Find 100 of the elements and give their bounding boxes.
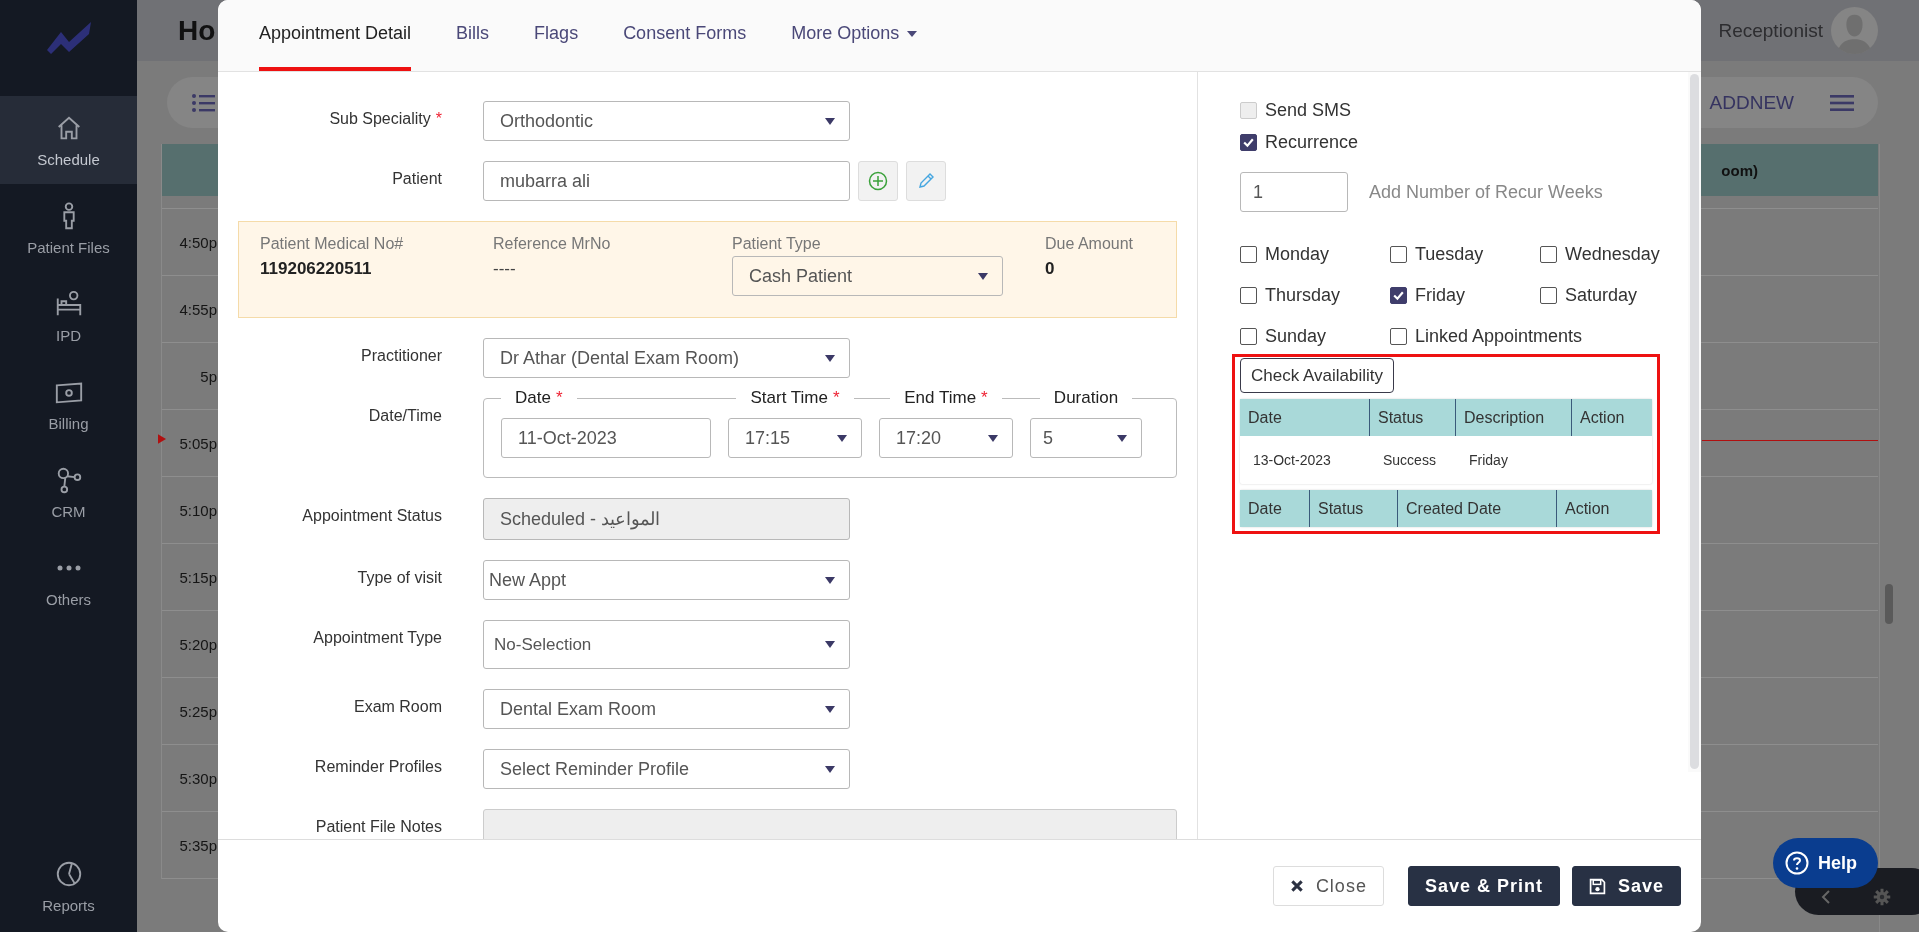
save-button[interactable]: Save — [1571, 866, 1681, 906]
sidebar-item[interactable]: Patient Files — [0, 184, 137, 272]
checkbox-option[interactable]: Recurrence — [1240, 126, 1359, 158]
caret-icon — [825, 117, 835, 125]
pencil-icon — [916, 171, 936, 191]
sidebar-item[interactable]: Reports — [0, 846, 137, 926]
caret-icon — [825, 354, 835, 362]
table-cell-text: Friday — [1468, 451, 1509, 470]
field-value: 119206220511 — [260, 259, 373, 279]
status-field: Scheduled - المواعيد — [483, 498, 850, 540]
select-field[interactable]: New Appt — [483, 560, 850, 600]
select-field[interactable]: No-Selection — [483, 620, 850, 669]
question-icon — [1785, 851, 1809, 875]
caret-icon — [825, 576, 835, 584]
checkbox[interactable] — [1240, 286, 1257, 304]
column-header: Date — [1240, 399, 1370, 436]
scrollbar-thumb[interactable] — [1690, 74, 1699, 769]
caret-icon — [907, 30, 918, 37]
day-checkbox[interactable]: Saturday — [1540, 279, 1638, 311]
time-label: 5:15p — [178, 568, 217, 586]
time-label: 5:20p — [178, 635, 217, 653]
menu-icon[interactable] — [1830, 94, 1854, 111]
tab[interactable]: Consent Forms — [623, 0, 747, 71]
tab[interactable]: More Options — [791, 0, 918, 71]
close-button[interactable]: Close — [1272, 866, 1384, 906]
column-header: Created Date — [1398, 490, 1557, 527]
caret-icon — [837, 434, 847, 442]
field-label: Due Amount — [1045, 235, 1134, 253]
select-field[interactable]: Orthodontic — [483, 101, 850, 141]
checkbox[interactable] — [1390, 245, 1407, 263]
day-checkbox[interactable]: Monday — [1240, 238, 1330, 270]
tab[interactable]: Flags — [534, 0, 579, 71]
field-label: Reference MrNo — [493, 235, 612, 253]
checkbox[interactable] — [1390, 327, 1407, 345]
column-header: Status — [1370, 399, 1456, 436]
check-availability-button[interactable]: Check Availability — [1240, 358, 1394, 393]
caret-icon — [825, 641, 835, 648]
caret-icon — [988, 434, 998, 442]
select-field[interactable]: Dr Athar (Dental Exam Room) — [483, 338, 850, 378]
help-button[interactable]: Help — [1773, 838, 1878, 888]
user-role: Receptionist — [1718, 19, 1823, 42]
select-field[interactable]: Dental Exam Room — [483, 689, 850, 729]
time-label: 5:30p — [178, 769, 217, 787]
checkbox[interactable] — [1540, 286, 1557, 304]
select-field[interactable]: 5 — [1030, 418, 1142, 458]
field-label: Patient File Notes — [314, 817, 442, 836]
day-checkbox[interactable]: Linked Appointments — [1390, 320, 1583, 352]
list-icon[interactable] — [191, 92, 215, 113]
patient-field[interactable]: mubarra ali — [483, 161, 850, 201]
select-field[interactable]: 17:20 — [879, 418, 1013, 458]
time-label: 5p — [199, 367, 217, 385]
settings-icon[interactable] — [1873, 887, 1891, 906]
field-label: Patient — [391, 169, 442, 188]
sidebar-item[interactable]: Schedule — [0, 96, 137, 184]
logo-icon — [44, 20, 93, 54]
current-time-marker — [158, 434, 166, 444]
day-checkbox[interactable]: Wednesday — [1540, 238, 1660, 270]
column-header: Status — [1310, 490, 1398, 527]
chevron-left-icon[interactable] — [1821, 888, 1831, 905]
more-icon — [56, 564, 81, 571]
sidebar-item[interactable]: Others — [0, 536, 137, 624]
field-label: Patient Medical No# — [260, 235, 405, 253]
field-label: Appointment Type — [312, 628, 442, 647]
time-label: 4:50p — [178, 233, 217, 251]
column-header: oom) — [1721, 161, 1758, 179]
checkbox[interactable] — [1240, 245, 1257, 263]
sidebar-item[interactable]: CRM — [0, 448, 137, 536]
day-checkbox[interactable]: Sunday — [1240, 320, 1327, 352]
select-field[interactable]: Select Reminder Profile — [483, 749, 850, 789]
scrollbar-thumb[interactable] — [1885, 584, 1893, 624]
table-cell-text: 13-Oct-2023 — [1252, 451, 1332, 470]
time-label: 5:35p — [178, 836, 217, 854]
caret-icon — [978, 272, 988, 280]
plus-circle-icon — [868, 171, 888, 191]
sidebar-item[interactable]: Billing — [0, 360, 137, 448]
patient-type-select[interactable]: Cash Patient — [732, 256, 1003, 296]
day-checkbox[interactable]: Thursday — [1240, 279, 1341, 311]
recur-weeks-field[interactable]: 1 — [1240, 172, 1348, 212]
checkbox[interactable] — [1390, 286, 1407, 304]
select-field[interactable]: 17:15 — [728, 418, 862, 458]
time-label: 4:55p — [178, 300, 217, 318]
day-checkbox[interactable]: Friday — [1390, 279, 1465, 311]
tab[interactable]: Bills — [456, 0, 490, 71]
close-icon — [1289, 879, 1304, 893]
field-label: Exam Room — [352, 697, 442, 716]
sidebar-item[interactable]: IPD — [0, 272, 137, 360]
day-checkbox[interactable]: Tuesday — [1390, 238, 1484, 270]
checkbox[interactable] — [1540, 245, 1557, 263]
date-field[interactable]: 11-Oct-2023 — [501, 418, 711, 458]
checkbox[interactable] — [1240, 327, 1257, 345]
add-patient-button[interactable] — [858, 161, 898, 201]
checkbox[interactable] — [1240, 133, 1257, 151]
save-print-button[interactable]: Save & Print — [1407, 866, 1560, 906]
column-header: Date — [1240, 490, 1310, 527]
field-value: 0 — [1045, 259, 1056, 279]
tab[interactable]: Appointment Detail — [259, 0, 412, 71]
field-label: Add Number of Recur Weeks — [1369, 181, 1603, 203]
edit-patient-button[interactable] — [906, 161, 946, 201]
table-cell-text: Success — [1382, 451, 1437, 470]
field-value: ---- — [493, 259, 517, 279]
